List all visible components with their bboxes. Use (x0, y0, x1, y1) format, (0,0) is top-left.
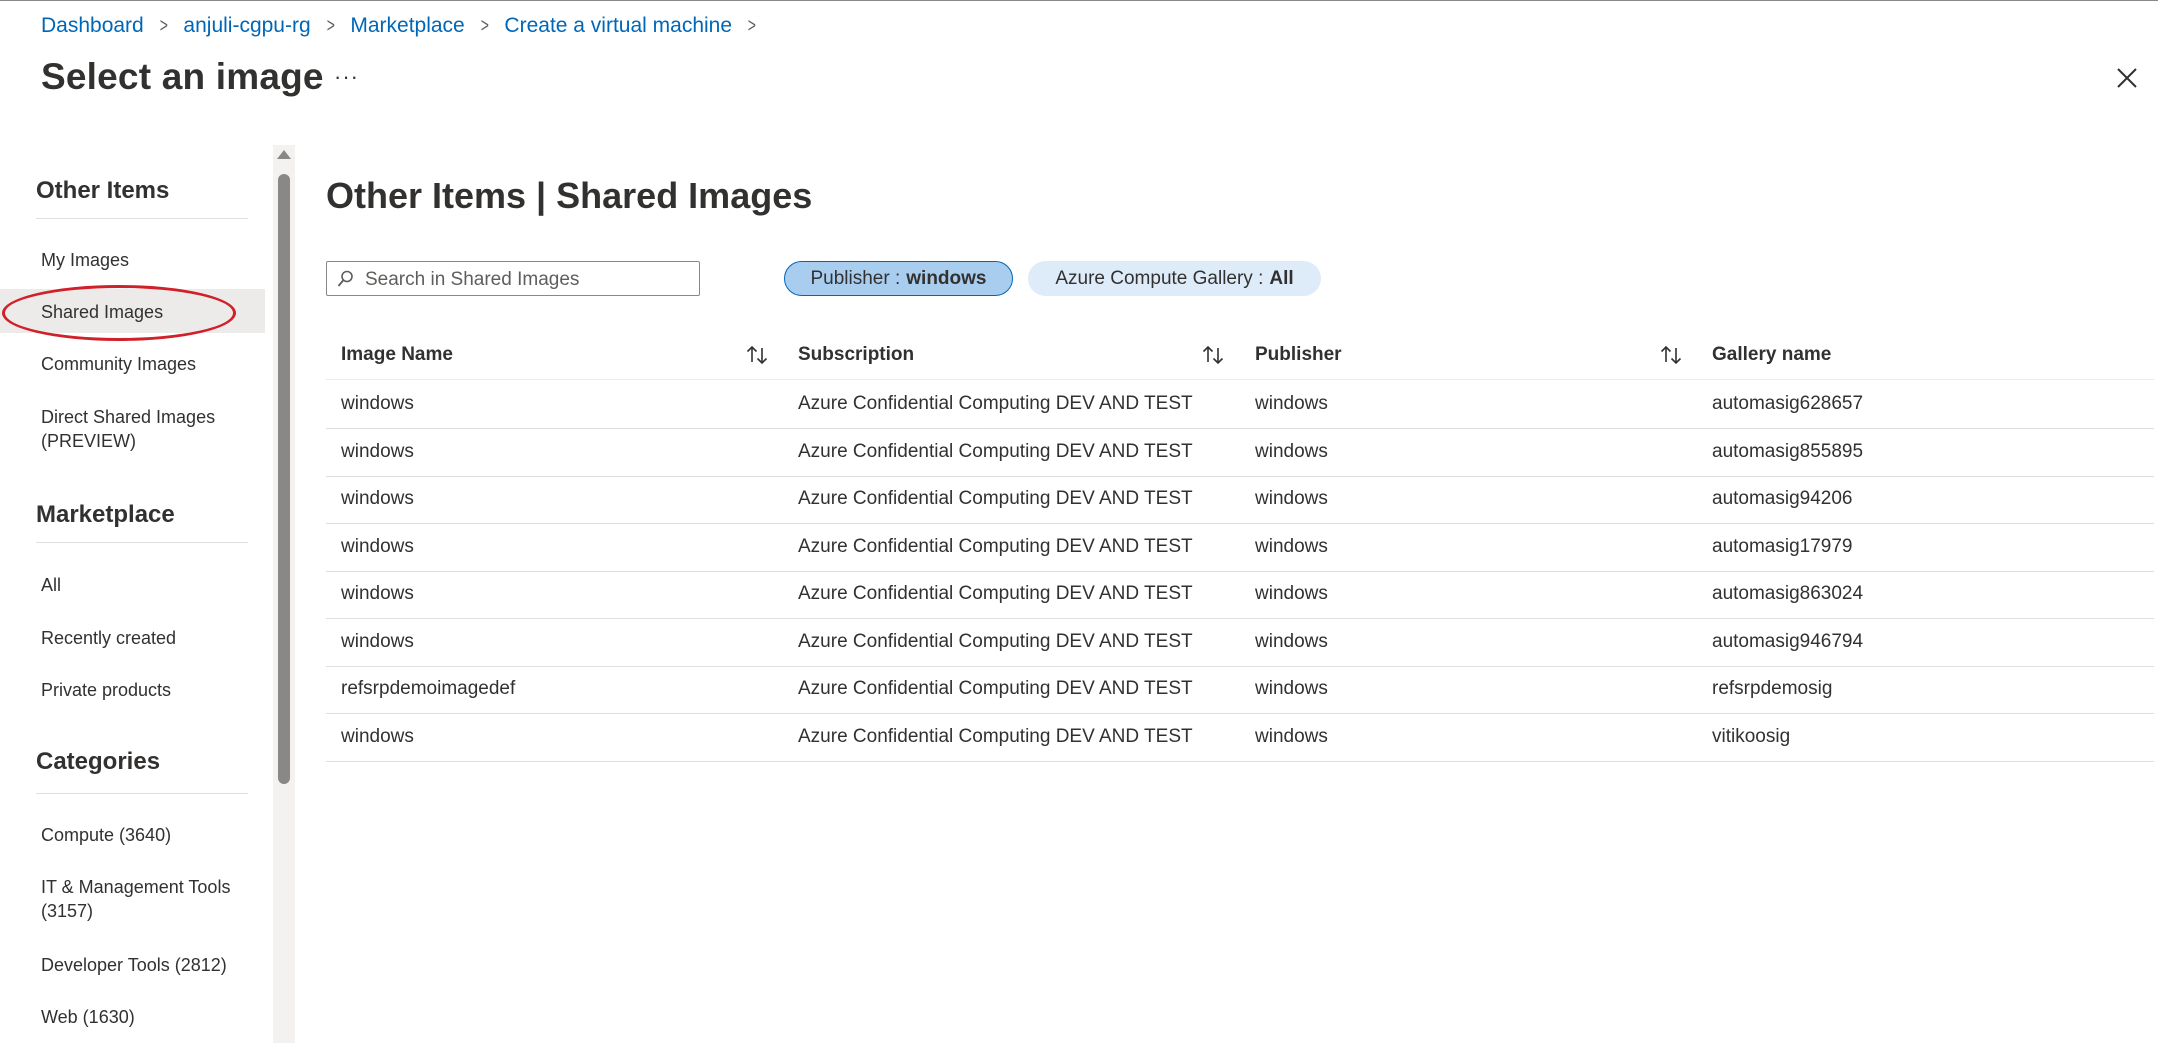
table-row[interactable]: refsrpdemoimagedef Azure Confidential Co… (326, 665, 2154, 714)
breadcrumb-resource-group[interactable]: anjuli-cgpu-rg (183, 14, 310, 38)
sidebar-item-shared-images[interactable]: Shared Images (41, 300, 163, 324)
chevron-right-icon: > (326, 14, 335, 37)
close-icon[interactable] (2115, 66, 2139, 90)
sort-icon[interactable] (1658, 342, 1684, 368)
cell-image-name: windows (341, 441, 414, 462)
cell-subscription: Azure Confidential Computing DEV AND TES… (798, 393, 1193, 414)
filter-publisher-value: windows (906, 267, 987, 289)
cell-image-name: windows (341, 726, 414, 747)
search-input[interactable] (363, 264, 697, 295)
filter-publisher-label: Publisher : (810, 267, 901, 289)
column-header-gallery-name: Gallery name (1712, 344, 1832, 365)
search-box[interactable] (326, 261, 700, 296)
sidebar-item-my-images[interactable]: My Images (41, 248, 129, 272)
sidebar-heading-other-items: Other Items (36, 177, 170, 204)
cell-subscription: Azure Confidential Computing DEV AND TES… (798, 583, 1193, 604)
filter-gallery-label: Azure Compute Gallery : (1055, 267, 1264, 289)
chevron-right-icon: > (747, 14, 756, 37)
sidebar-heading-categories: Categories (36, 748, 161, 775)
chevron-right-icon: > (159, 14, 168, 37)
sidebar-heading-marketplace: Marketplace (36, 501, 175, 528)
table-row[interactable]: windows Azure Confidential Computing DEV… (326, 713, 2154, 762)
divider (36, 542, 248, 543)
cell-publisher: windows (1255, 631, 1328, 652)
sidebar-item-compute[interactable]: Compute (3640) (41, 823, 171, 847)
chevron-right-icon: > (480, 14, 489, 37)
sidebar-item-developer-tools[interactable]: Developer Tools (2812) (41, 953, 227, 977)
cell-gallery-name: automasig855895 (1712, 441, 1864, 462)
divider (36, 793, 248, 794)
cell-publisher: windows (1255, 393, 1328, 414)
cell-image-name: windows (341, 393, 414, 414)
cell-gallery-name: automasig94206 (1712, 488, 1853, 509)
cell-publisher: windows (1255, 536, 1328, 557)
sort-icon[interactable] (1200, 342, 1226, 368)
table-row[interactable]: windows Azure Confidential Computing DEV… (326, 428, 2154, 477)
column-header-subscription[interactable]: Subscription (798, 330, 914, 380)
cell-publisher: windows (1255, 678, 1328, 699)
breadcrumb: Dashboard > anjuli-cgpu-rg > Marketplace… (41, 14, 772, 38)
cell-image-name: windows (341, 583, 414, 604)
sidebar-item-all[interactable]: All (41, 573, 61, 597)
divider (36, 218, 248, 219)
sidebar-item-private-products[interactable]: Private products (41, 678, 171, 702)
cell-gallery-name: automasig863024 (1712, 583, 1864, 604)
cell-subscription: Azure Confidential Computing DEV AND TES… (798, 488, 1193, 509)
cell-image-name: windows (341, 631, 414, 652)
cell-subscription: Azure Confidential Computing DEV AND TES… (798, 726, 1193, 747)
sidebar-item-web[interactable]: Web (1630) (41, 1005, 135, 1029)
cell-gallery-name: automasig946794 (1712, 631, 1864, 652)
sidebar-item-it-management-tools[interactable]: IT & Management Tools (3157) (41, 875, 251, 923)
cell-subscription: Azure Confidential Computing DEV AND TES… (798, 441, 1193, 462)
cell-gallery-name: automasig17979 (1712, 536, 1853, 557)
table-row[interactable]: windows Azure Confidential Computing DEV… (326, 618, 2154, 667)
cell-image-name: refsrpdemoimagedef (341, 678, 516, 699)
page-title: Select an image (41, 56, 324, 97)
more-options-button[interactable]: ··· (334, 64, 359, 90)
table-row[interactable]: windows Azure Confidential Computing DEV… (326, 475, 2154, 524)
content-title: Other Items | Shared Images (326, 175, 813, 216)
cell-subscription: Azure Confidential Computing DEV AND TES… (798, 536, 1193, 557)
cell-publisher: windows (1255, 583, 1328, 604)
sidebar-item-recently-created[interactable]: Recently created (41, 626, 176, 650)
breadcrumb-dashboard[interactable]: Dashboard (41, 14, 144, 38)
cell-publisher: windows (1255, 488, 1328, 509)
breadcrumb-create-vm[interactable]: Create a virtual machine (504, 14, 732, 38)
search-icon (337, 270, 353, 287)
scrollbar-thumb[interactable] (278, 174, 290, 784)
cell-image-name: windows (341, 488, 414, 509)
table-row[interactable]: windows Azure Confidential Computing DEV… (326, 523, 2154, 572)
column-header-publisher[interactable]: Publisher (1255, 330, 1342, 380)
sidebar-item-direct-shared-images[interactable]: Direct Shared Images (PREVIEW) (41, 405, 241, 453)
sidebar-item-community-images[interactable]: Community Images (41, 352, 196, 376)
breadcrumb-marketplace[interactable]: Marketplace (350, 14, 464, 38)
table-row[interactable]: windows Azure Confidential Computing DEV… (326, 380, 2154, 429)
cell-subscription: Azure Confidential Computing DEV AND TES… (798, 678, 1193, 699)
column-header-image-name[interactable]: Image Name (341, 330, 453, 380)
sidebar: Other Items My Images Shared Images Comm… (0, 145, 270, 1043)
sort-icon[interactable] (744, 342, 770, 368)
filter-gallery-value: All (1269, 267, 1294, 289)
cell-publisher: windows (1255, 441, 1328, 462)
cell-subscription: Azure Confidential Computing DEV AND TES… (798, 631, 1193, 652)
cell-gallery-name: vitikoosig (1712, 726, 1791, 747)
top-border (0, 0, 2158, 1)
filter-publisher-pill[interactable]: Publisher : windows (784, 261, 1013, 296)
cell-gallery-name: automasig628657 (1712, 393, 1864, 414)
table-row[interactable]: windows Azure Confidential Computing DEV… (326, 570, 2154, 619)
cell-image-name: windows (341, 536, 414, 557)
filter-gallery-pill[interactable]: Azure Compute Gallery : All (1028, 261, 1321, 296)
cell-publisher: windows (1255, 726, 1328, 747)
scroll-up-arrow-icon[interactable] (277, 150, 291, 159)
cell-gallery-name: refsrpdemosig (1712, 678, 1833, 699)
